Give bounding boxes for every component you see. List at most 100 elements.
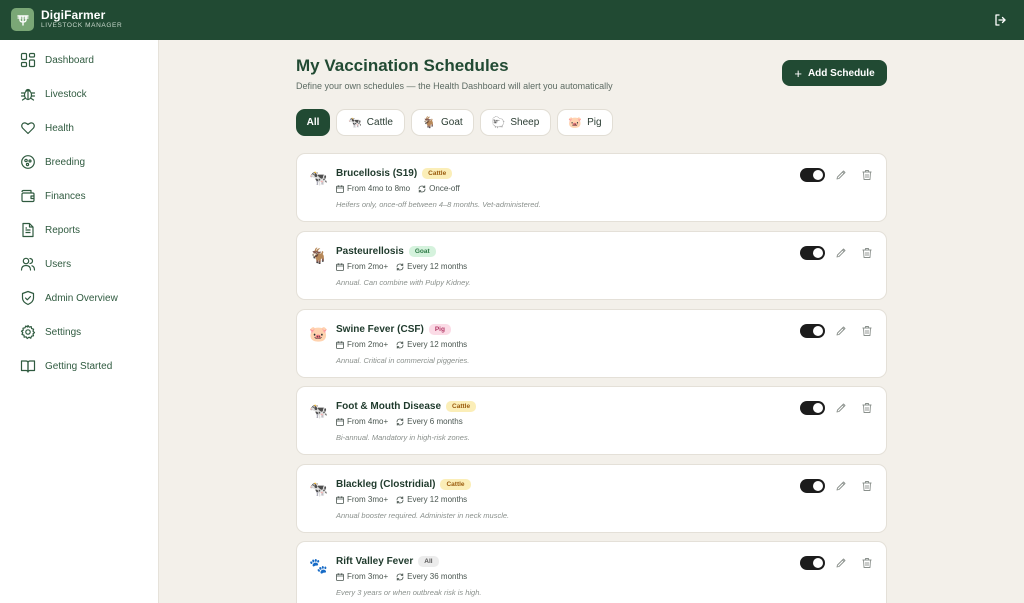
page-subtitle: Define your own schedules — the Health D… bbox=[296, 81, 613, 91]
filter-goat[interactable]: 🐐 Goat bbox=[411, 109, 474, 136]
sidebar-item-label: Admin Overview bbox=[45, 292, 118, 304]
trash-icon[interactable] bbox=[861, 557, 873, 569]
book-icon bbox=[20, 358, 36, 374]
schedule-card: 🐾 Rift Valley Fever All From 3mo+ Every 3… bbox=[296, 541, 887, 603]
toggle-knob bbox=[813, 248, 823, 258]
enable-toggle[interactable] bbox=[800, 168, 825, 182]
schedule-card: 🐄 Foot & Mouth Disease Cattle From 4mo+ E… bbox=[296, 386, 887, 455]
species-badge: Cattle bbox=[440, 479, 471, 490]
logo-icon bbox=[11, 8, 34, 31]
schedule-meta: From 3mo+ Every 36 months bbox=[336, 572, 467, 581]
vaccine-name-text: Pasteurellosis bbox=[336, 246, 404, 257]
calendar-icon bbox=[336, 184, 344, 193]
age-range: From 4mo+ bbox=[347, 417, 389, 426]
sidebar-item-health[interactable]: Health bbox=[0, 115, 159, 141]
page-title: My Vaccination Schedules bbox=[296, 56, 509, 75]
repeat-icon bbox=[418, 184, 426, 193]
goat-icon: 🐐 bbox=[309, 248, 328, 265]
filter-sheep[interactable]: 🐑 Sheep bbox=[480, 109, 551, 136]
edit-icon[interactable] bbox=[835, 480, 847, 492]
add-schedule-button[interactable]: + Add Schedule bbox=[782, 60, 887, 86]
schedule-note: Annual booster required. Administer in n… bbox=[336, 511, 510, 520]
sidebar-item-label: Dashboard bbox=[45, 54, 94, 66]
trash-icon[interactable] bbox=[861, 402, 873, 414]
toggle-knob bbox=[813, 170, 823, 180]
enable-toggle[interactable] bbox=[800, 324, 825, 338]
vaccine-name: Rift Valley Fever All bbox=[336, 556, 439, 567]
age-range: From 4mo to 8mo bbox=[347, 184, 411, 193]
edit-icon[interactable] bbox=[835, 557, 847, 569]
calendar-icon bbox=[336, 417, 344, 426]
vaccine-name: Blackleg (Clostridial) Cattle bbox=[336, 479, 471, 490]
frequency: Every 12 months bbox=[407, 340, 468, 349]
frequency: Every 36 months bbox=[407, 572, 468, 581]
trash-icon[interactable] bbox=[861, 480, 873, 492]
filter-cattle[interactable]: 🐄 Cattle bbox=[336, 109, 405, 136]
sidebar-item-finances[interactable]: Finances bbox=[0, 183, 159, 209]
pig-icon: 🐷 bbox=[568, 117, 583, 129]
species-badge: Goat bbox=[408, 246, 436, 257]
add-schedule-label: Add Schedule bbox=[807, 67, 875, 79]
toggle-knob bbox=[813, 403, 823, 413]
schedule-card: 🐐 Pasteurellosis Goat From 2mo+ Every 12 … bbox=[296, 231, 887, 300]
sidebar-item-reports[interactable]: Reports bbox=[0, 217, 159, 243]
vaccine-name: Swine Fever (CSF) Pig bbox=[336, 324, 451, 335]
frequency: Every 6 months bbox=[407, 417, 463, 426]
brand-subtitle: LIVESTOCK MANAGER bbox=[41, 22, 123, 29]
species-badge: Cattle bbox=[422, 168, 453, 179]
vaccine-name: Pasteurellosis Goat bbox=[336, 246, 436, 257]
age-range: From 3mo+ bbox=[347, 572, 389, 581]
sidebar-item-admin-overview[interactable]: Admin Overview bbox=[0, 285, 159, 311]
top-bar: DigiFarmer LIVESTOCK MANAGER bbox=[0, 0, 1024, 40]
shield-check-icon bbox=[20, 290, 36, 306]
edit-icon[interactable] bbox=[835, 169, 847, 181]
wallet-icon bbox=[20, 188, 36, 204]
frequency: Once-off bbox=[429, 184, 460, 193]
sidebar-item-settings[interactable]: Settings bbox=[0, 319, 159, 345]
vaccine-name-text: Brucellosis (S19) bbox=[336, 168, 418, 179]
toggle-knob bbox=[813, 326, 823, 336]
species-badge: Pig bbox=[428, 324, 451, 335]
calendar-icon bbox=[336, 572, 344, 581]
schedule-note: Heifers only, once-off between 4–8 month… bbox=[336, 200, 541, 209]
sidebar-item-users[interactable]: Users bbox=[0, 251, 159, 277]
goat-icon: 🐐 bbox=[422, 117, 436, 129]
sheep-icon: 🐑 bbox=[491, 117, 506, 129]
trash-icon[interactable] bbox=[861, 169, 873, 181]
sidebar-item-getting-started[interactable]: Getting Started bbox=[0, 353, 159, 379]
sidebar-item-label: Health bbox=[45, 122, 74, 134]
filter-pig[interactable]: 🐷 Pig bbox=[557, 109, 613, 136]
trash-icon[interactable] bbox=[861, 247, 873, 259]
repeat-icon bbox=[396, 262, 404, 271]
sidebar-item-livestock[interactable]: Livestock bbox=[0, 81, 159, 107]
schedule-note: Annual. Critical in commercial piggeries… bbox=[336, 356, 470, 365]
calendar-icon bbox=[336, 495, 344, 504]
heart-icon bbox=[20, 120, 36, 136]
logout-icon[interactable] bbox=[993, 13, 1007, 27]
schedule-meta: From 2mo+ Every 12 months bbox=[336, 262, 467, 271]
filter-label: Goat bbox=[441, 117, 463, 128]
schedule-meta: From 3mo+ Every 12 months bbox=[336, 495, 467, 504]
enable-toggle[interactable] bbox=[800, 556, 825, 570]
schedule-card: 🐄 Brucellosis (S19) Cattle From 4mo to 8m… bbox=[296, 153, 887, 222]
species-badge: Cattle bbox=[446, 401, 477, 412]
repeat-icon bbox=[396, 340, 404, 349]
trash-icon[interactable] bbox=[861, 325, 873, 337]
document-icon bbox=[20, 222, 36, 238]
filter-all[interactable]: All bbox=[296, 109, 330, 136]
sidebar-item-dashboard[interactable]: Dashboard bbox=[0, 47, 159, 73]
cattle-icon: 🐄 bbox=[309, 481, 328, 498]
enable-toggle[interactable] bbox=[800, 401, 825, 415]
edit-icon[interactable] bbox=[835, 247, 847, 259]
sidebar-item-breeding[interactable]: Breeding bbox=[0, 149, 159, 175]
edit-icon[interactable] bbox=[835, 402, 847, 414]
calendar-icon bbox=[336, 340, 344, 349]
enable-toggle[interactable] bbox=[800, 246, 825, 260]
edit-icon[interactable] bbox=[835, 325, 847, 337]
sidebar-item-label: Getting Started bbox=[45, 360, 113, 372]
toggle-knob bbox=[813, 481, 823, 491]
sidebar-item-label: Finances bbox=[45, 190, 86, 202]
filter-label: Cattle bbox=[366, 117, 393, 128]
sidebar: Dashboard Livestock Health Breeding Fina… bbox=[0, 40, 159, 603]
enable-toggle[interactable] bbox=[800, 479, 825, 493]
